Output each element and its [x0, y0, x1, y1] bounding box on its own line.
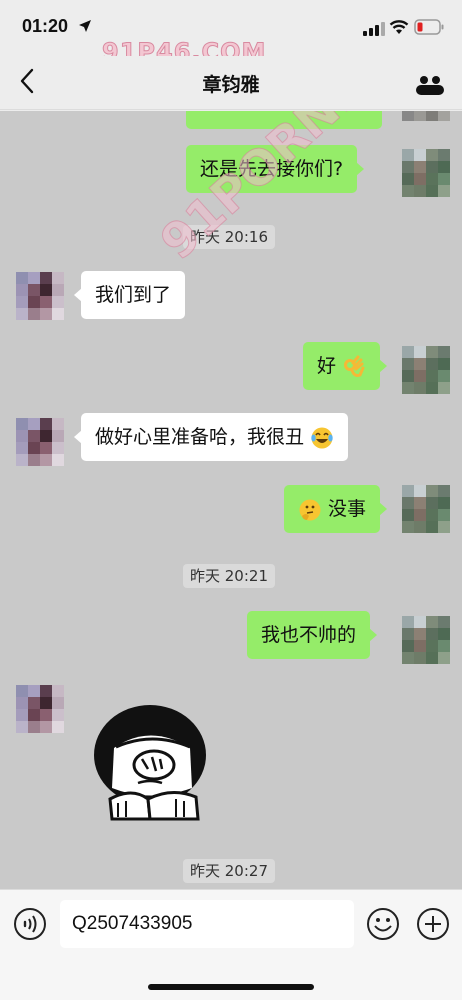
contact-avatar[interactable]: [16, 418, 64, 466]
contact-avatar[interactable]: [16, 685, 64, 733]
message-timestamp: 昨天 20:27: [183, 859, 275, 883]
my-avatar[interactable]: [402, 485, 450, 533]
cellular-signal-icon: [363, 22, 385, 36]
battery-low-icon: [414, 19, 444, 35]
status-time: 01:20: [22, 16, 69, 36]
my-avatar[interactable]: [402, 346, 450, 394]
facepalm-sticker-icon[interactable]: [92, 703, 214, 821]
message-text: 我也不帅的: [261, 624, 357, 646]
message-text: 我们到了: [95, 284, 172, 306]
more-options-icon[interactable]: [414, 74, 446, 96]
thinking-face-emoji-icon: [299, 499, 321, 520]
emoji-picker-icon[interactable]: [366, 907, 400, 941]
contact-avatar[interactable]: [16, 272, 64, 320]
message-text: 没事: [328, 498, 367, 520]
message-input[interactable]: [60, 900, 354, 948]
my-avatar[interactable]: [402, 616, 450, 664]
my-avatar[interactable]: [402, 149, 450, 197]
message-bubble-incoming[interactable]: 做好心里准备哈，我很丑: [73, 413, 349, 461]
message-bubble-outgoing[interactable]: 我也不帅的: [247, 611, 378, 659]
ok-hand-emoji-icon: [344, 355, 365, 377]
message-text: 做好心里准备哈，我很丑: [95, 426, 305, 448]
message-timestamp: 昨天 20:21: [183, 564, 275, 588]
message-bubble-outgoing[interactable]: 好: [303, 342, 388, 390]
nav-bar: 章钧雅: [0, 56, 462, 110]
wifi-icon: [389, 20, 409, 34]
plus-icon[interactable]: [416, 907, 450, 941]
my-avatar[interactable]: [402, 111, 450, 121]
location-arrow-icon: [79, 20, 91, 32]
input-bar: [0, 889, 462, 1000]
chat-title: 章钧雅: [202, 74, 260, 96]
message-bubble-incoming[interactable]: 我们到了: [73, 271, 186, 319]
message-bubble-outgoing[interactable]: 没事: [284, 485, 388, 533]
home-indicator: [148, 984, 314, 990]
laughing-crying-emoji-icon: [311, 427, 333, 448]
voice-input-icon[interactable]: [13, 907, 47, 941]
chat-message-list[interactable]: 还是先去接你们? 昨天 20:16 我们到了 好 做好心里准备哈，我很丑 没事 …: [0, 111, 462, 889]
message-text: 好: [317, 355, 337, 377]
